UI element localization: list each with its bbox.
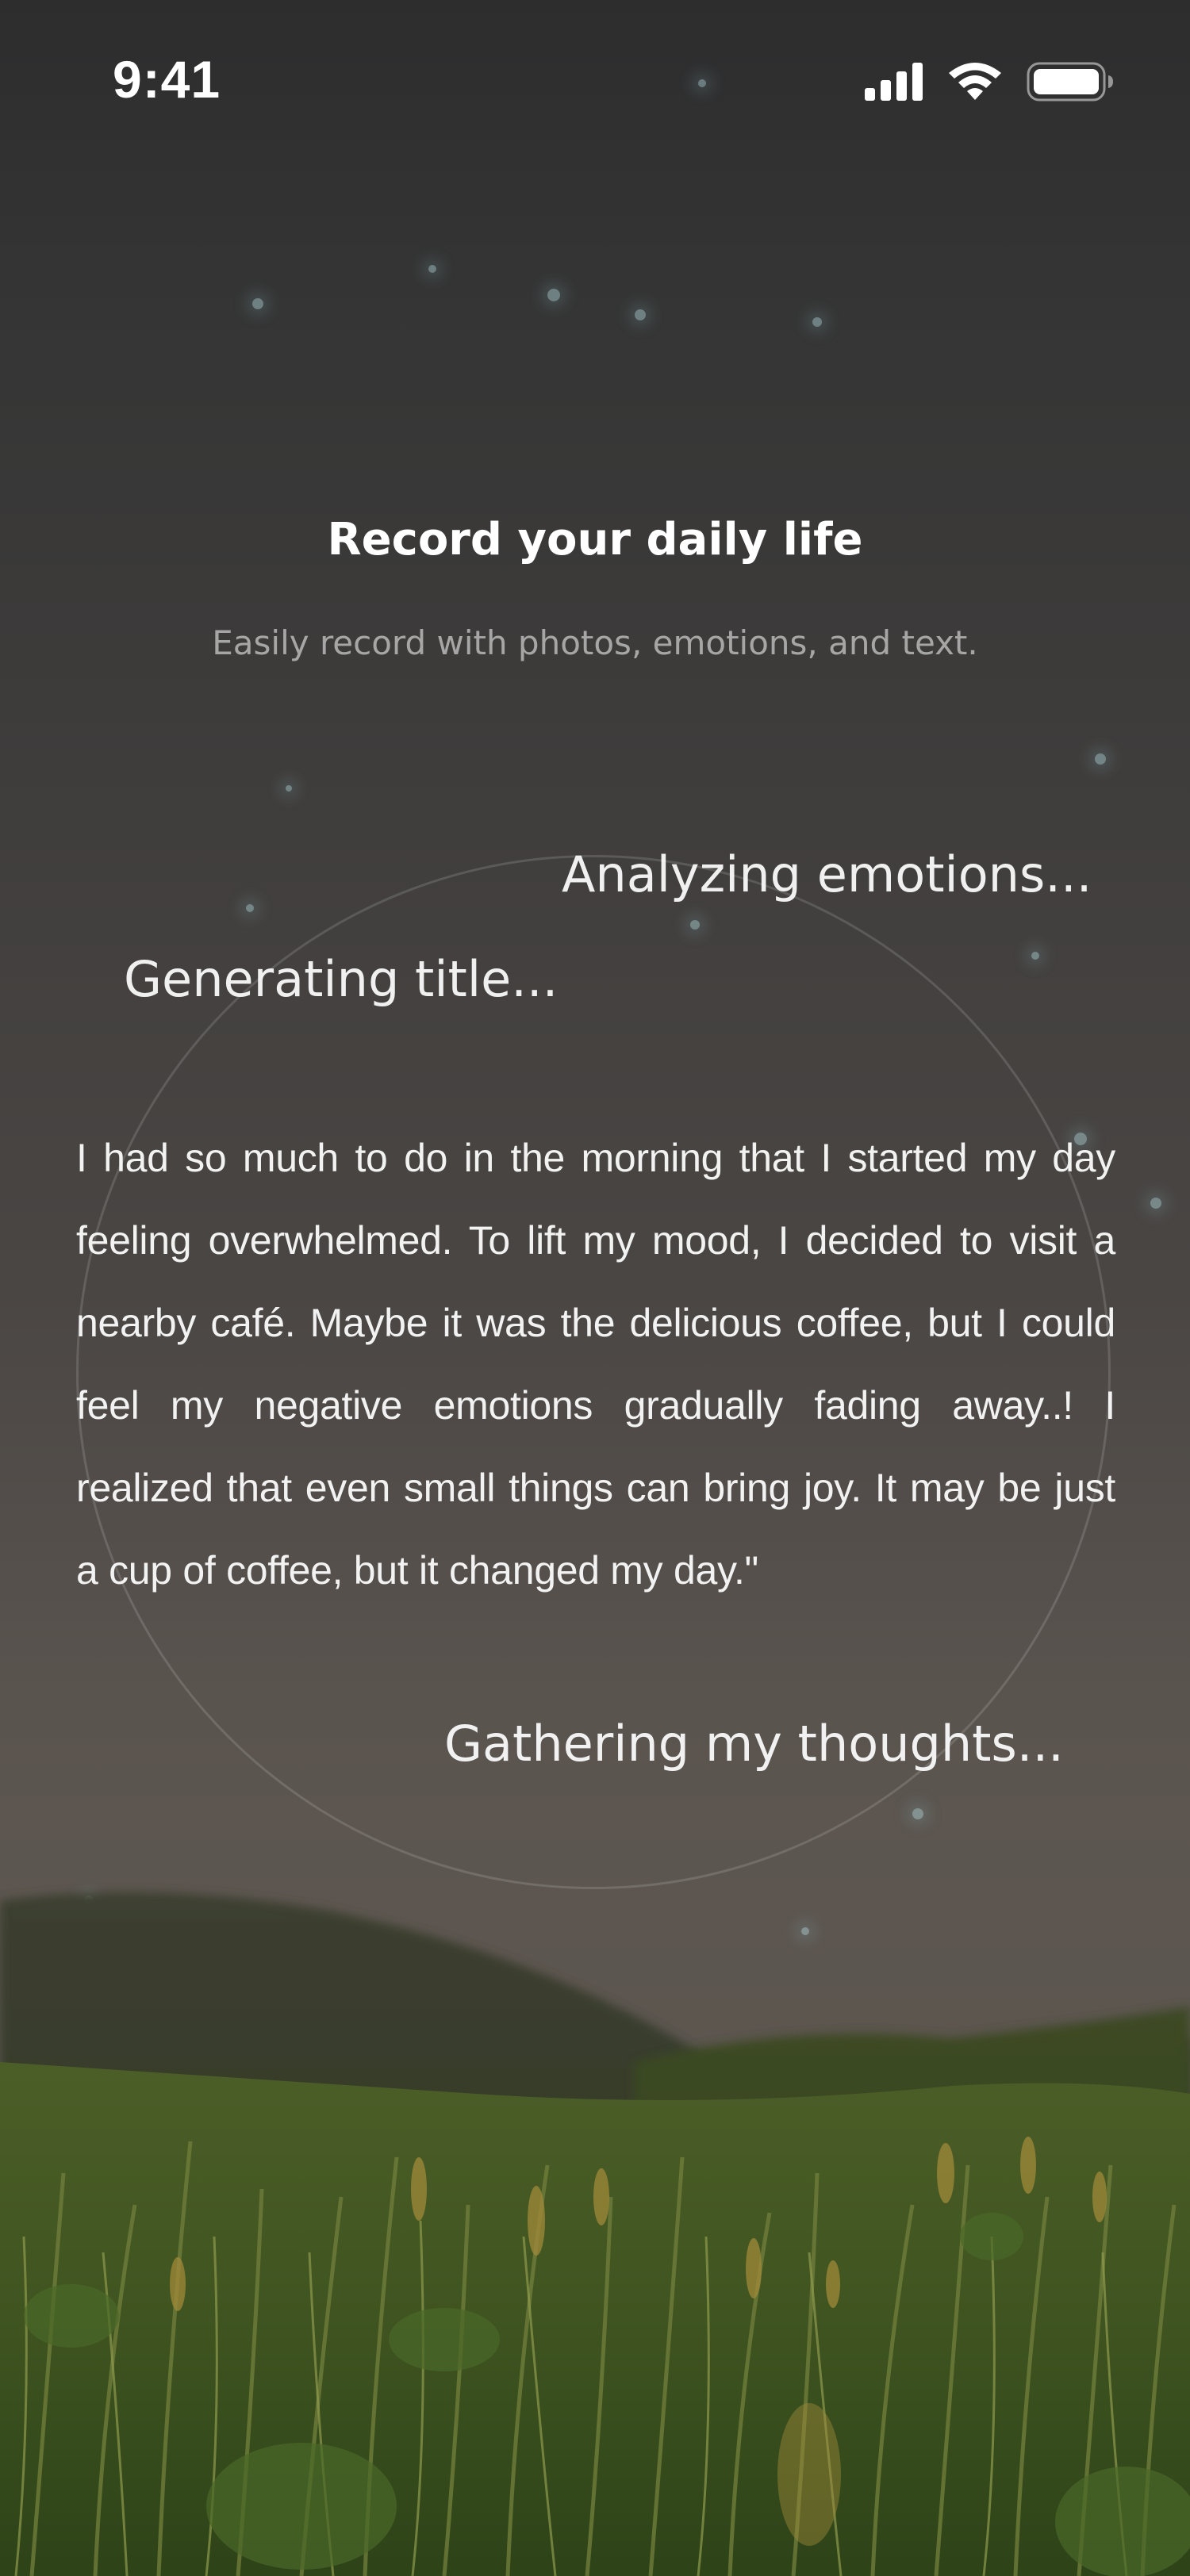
star-speck [1150,1198,1161,1209]
page-title: Record your daily life [327,514,863,565]
star-speck [252,298,263,309]
star-speck [547,289,560,301]
generating-title-label: Generating title... [124,950,559,1008]
status-time: 9:41 [113,50,221,109]
cellular-signal-icon [865,63,923,101]
diary-entry-text: I had so much to do in the morning that … [76,1136,1115,1593]
star-speck [912,1808,923,1819]
star-speck [635,309,646,320]
star-speck [246,904,254,912]
star-speck [812,317,822,327]
gathering-thoughts-label: Gathering my thoughts... [444,1715,1064,1773]
status-bar: 9:41 [0,0,1190,159]
wifi-icon [949,63,1001,100]
analyzing-emotions-label: Analyzing emotions... [562,845,1092,903]
grass-landscape-illustration [0,1892,1190,2576]
star-speck [286,785,292,792]
record-diary-screen: 9:41 Record your daily life Easily recor… [0,0,1190,2576]
page-subtitle: Easily record with photos, emotions, and… [212,623,978,662]
star-speck [1031,952,1039,960]
status-icons [865,62,1114,102]
star-speck [1095,753,1106,765]
battery-icon [1027,62,1113,102]
star-speck [428,265,436,273]
